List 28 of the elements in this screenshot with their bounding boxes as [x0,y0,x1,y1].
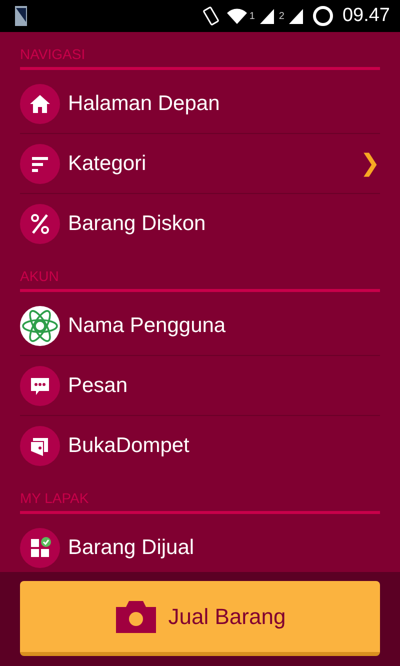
menu-item[interactable]: Halaman Depan [20,74,380,134]
sim-label: 2 [278,10,284,24]
chevron-icon: ❯ [360,146,380,182]
home-icon [20,84,60,124]
grid-icon [20,528,60,568]
section-header: NAVIGASI [20,32,380,70]
menu-item[interactable]: Kategori ❯ [20,134,380,194]
camera-icon [114,598,158,634]
loading-ring-icon [312,5,334,27]
section-header: MY LAPAK [20,476,380,514]
wallet-icon [20,426,60,466]
vibrate-icon [201,5,222,27]
wifi-icon [225,7,250,25]
menu-item[interactable]: BukaDompet [20,416,380,476]
status-time: 09.47 [342,4,390,28]
menu-item[interactable]: Pesan [20,356,380,416]
menu-item[interactable]: Nama Pengguna [20,296,380,356]
signal-icon [258,7,275,25]
signal-icon [288,7,304,25]
chat-icon [20,366,60,406]
sell-button[interactable]: Jual Barang [20,581,380,656]
menu-item[interactable]: Barang Dijual [20,518,380,572]
phone-icon [14,5,28,27]
sort-icon [20,144,60,184]
percent-icon [20,204,60,244]
menu-item[interactable]: Barang Diskon [20,194,380,254]
section-header: AKUN [20,254,380,292]
sim-label: 1 [249,10,255,24]
